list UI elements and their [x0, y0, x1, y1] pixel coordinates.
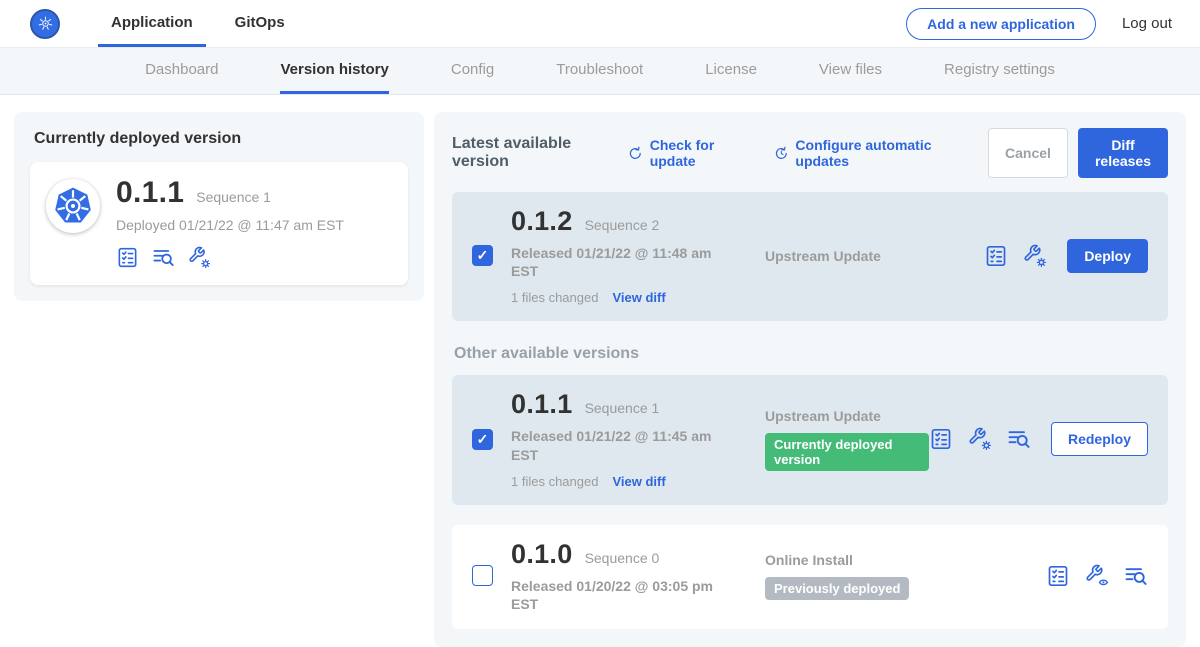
release-notes-icon[interactable]	[116, 246, 139, 269]
main-content: Currently deployed version 0.1.1 Sequenc…	[0, 95, 1200, 647]
kubernetes-logo-icon	[30, 9, 60, 39]
check-update-icon	[628, 145, 643, 162]
logout-link[interactable]: Log out	[1122, 15, 1172, 32]
deployed-version-info: 0.1.1 Sequence 1 Deployed 01/21/22 @ 11:…	[116, 176, 344, 269]
version-number: 0.1.0	[511, 539, 573, 570]
released-timestamp: Released 01/20/22 @ 03:05 pm EST	[511, 577, 716, 613]
source-label: Upstream Update	[765, 408, 929, 424]
currently-deployed-badge: Currently deployed version	[765, 433, 929, 471]
view-files-icon[interactable]	[152, 246, 175, 269]
tab-dashboard-label: Dashboard	[145, 61, 218, 78]
edit-config-icon[interactable]	[968, 427, 992, 451]
other-versions-title: Other available versions	[454, 345, 1168, 363]
tab-version-history[interactable]: Version history	[280, 48, 388, 94]
deployed-sequence: Sequence 1	[196, 189, 271, 205]
edit-config-icon[interactable]	[188, 246, 211, 269]
files-changed: 1 files changed	[511, 474, 598, 489]
released-timestamp: Released 01/21/22 @ 11:45 am EST	[511, 427, 716, 463]
version-source: Upstream Update Currently deployed versi…	[765, 408, 929, 471]
version-sequence: Sequence 1	[585, 400, 660, 416]
version-checkbox[interactable]	[472, 245, 493, 266]
tab-troubleshoot[interactable]: Troubleshoot	[556, 48, 643, 94]
tab-license[interactable]: License	[705, 48, 757, 94]
version-source: Upstream Update	[765, 248, 881, 264]
cancel-button[interactable]: Cancel	[988, 128, 1068, 178]
latest-version-header: Latest available version Check for updat…	[452, 128, 1168, 178]
tab-registry-settings[interactable]: Registry settings	[944, 48, 1055, 94]
tab-version-history-label: Version history	[280, 61, 388, 78]
version-row-0-1-2: 0.1.2 Sequence 2 Released 01/21/22 @ 11:…	[452, 192, 1168, 321]
configure-auto-updates-link[interactable]: Configure automatic updates	[774, 137, 962, 169]
view-files-icon[interactable]	[1124, 564, 1148, 588]
version-sequence: Sequence 0	[585, 550, 660, 566]
latest-version-title: Latest available version	[452, 135, 608, 171]
check-for-update-link[interactable]: Check for update	[628, 137, 748, 169]
released-timestamp: Released 01/21/22 @ 11:48 am EST	[511, 244, 716, 280]
version-info: 0.1.2 Sequence 2 Released 01/21/22 @ 11:…	[511, 206, 725, 305]
deployed-version-card: 0.1.1 Sequence 1 Deployed 01/21/22 @ 11:…	[30, 162, 408, 285]
app-sub-nav: Dashboard Version history Config Trouble…	[0, 48, 1200, 95]
tab-gitops[interactable]: GitOps	[222, 0, 298, 47]
tab-gitops-label: GitOps	[235, 14, 285, 31]
view-files-icon[interactable]	[1007, 427, 1031, 451]
version-row-0-1-0: 0.1.0 Sequence 0 Released 01/20/22 @ 03:…	[452, 525, 1168, 629]
edit-config-icon[interactable]	[1023, 244, 1047, 268]
app-logo-icon	[46, 179, 100, 233]
version-checkbox[interactable]	[472, 565, 493, 586]
view-config-icon[interactable]	[1085, 564, 1109, 588]
tab-dashboard[interactable]: Dashboard	[145, 48, 218, 94]
deploy-button[interactable]: Deploy	[1067, 239, 1148, 273]
view-diff-link[interactable]: View diff	[612, 290, 665, 305]
tab-config-label: Config	[451, 61, 494, 78]
source-label: Upstream Update	[765, 248, 881, 264]
source-label: Online Install	[765, 552, 909, 568]
version-info: 0.1.1 Sequence 1 Released 01/21/22 @ 11:…	[511, 389, 725, 488]
version-source: Online Install Previously deployed	[765, 552, 909, 600]
currently-deployed-panel: Currently deployed version 0.1.1 Sequenc…	[14, 112, 424, 301]
currently-deployed-title: Currently deployed version	[34, 130, 404, 148]
release-notes-icon[interactable]	[929, 427, 953, 451]
version-actions: Redeploy	[929, 422, 1148, 456]
deployed-timestamp: Deployed 01/21/22 @ 11:47 am EST	[116, 217, 344, 233]
auto-update-icon	[774, 145, 789, 162]
tab-application-label: Application	[111, 14, 193, 31]
tab-registry-settings-label: Registry settings	[944, 61, 1055, 78]
release-notes-icon[interactable]	[1046, 564, 1070, 588]
version-sequence: Sequence 2	[585, 217, 660, 233]
top-nav: Application GitOps Add a new application…	[0, 0, 1200, 48]
version-actions: Deploy	[984, 239, 1148, 273]
version-number: 0.1.1	[511, 389, 573, 420]
version-actions	[1046, 564, 1148, 588]
tab-view-files[interactable]: View files	[819, 48, 882, 94]
latest-version-panel: Latest available version Check for updat…	[434, 112, 1186, 647]
check-for-update-label: Check for update	[650, 137, 748, 169]
diff-releases-button[interactable]: Diff releases	[1078, 128, 1168, 178]
configure-auto-updates-label: Configure automatic updates	[795, 137, 962, 169]
add-application-button[interactable]: Add a new application	[906, 8, 1096, 40]
tab-license-label: License	[705, 61, 757, 78]
version-row-0-1-1: 0.1.1 Sequence 1 Released 01/21/22 @ 11:…	[452, 375, 1168, 504]
version-number: 0.1.2	[511, 206, 573, 237]
release-notes-icon[interactable]	[984, 244, 1008, 268]
version-info: 0.1.0 Sequence 0 Released 01/20/22 @ 03:…	[511, 539, 725, 613]
files-changed: 1 files changed	[511, 290, 598, 305]
version-checkbox[interactable]	[472, 429, 493, 450]
app-tabs: Application GitOps	[98, 0, 298, 47]
tab-troubleshoot-label: Troubleshoot	[556, 61, 643, 78]
tab-config[interactable]: Config	[451, 48, 494, 94]
redeploy-button[interactable]: Redeploy	[1051, 422, 1148, 456]
topnav-right: Add a new application Log out	[906, 0, 1172, 47]
view-diff-link[interactable]: View diff	[612, 474, 665, 489]
tab-view-files-label: View files	[819, 61, 882, 78]
previously-deployed-badge: Previously deployed	[765, 577, 909, 600]
deployed-version-number: 0.1.1	[116, 176, 184, 210]
tab-application[interactable]: Application	[98, 0, 206, 47]
